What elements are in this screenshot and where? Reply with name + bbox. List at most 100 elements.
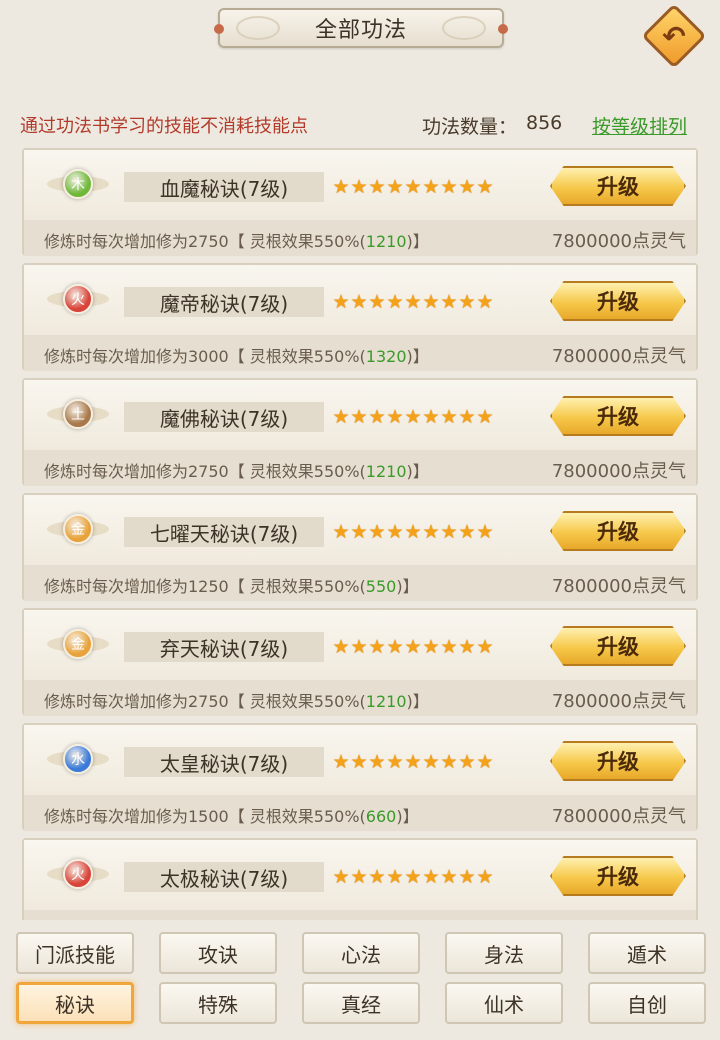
tab-8[interactable]: 真经 [302,982,420,1024]
star-rating: ★ ★ ★ ★ ★ ★ ★ ★ ★ [332,291,494,313]
star-icon: ★ [440,291,458,313]
star-icon: ★ [458,521,476,543]
star-icon: ★ [422,291,440,313]
element-icon: 金 [63,629,93,659]
star-icon: ★ [458,291,476,313]
star-icon: ★ [422,521,440,543]
skill-description: 修炼时每次增加修为2750【 灵根效果550%(1210)】 [44,458,429,482]
desc-bonus-value: 1210 [365,232,407,251]
star-icon: ★ [422,406,440,428]
star-icon: ★ [404,176,422,198]
skill-card[interactable]: 火 太极秘诀(7级) ★ ★ ★ ★ ★ ★ ★ ★ ★ 升级 [22,838,698,920]
star-icon: ★ [350,866,368,888]
skill-name: 魔佛秘诀(7级) [124,402,324,432]
star-rating: ★ ★ ★ ★ ★ ★ ★ ★ ★ [332,406,494,428]
sort-by-level-link[interactable]: 按等级排列 [592,112,687,139]
tab-1[interactable]: 门派技能 [16,932,134,974]
element-badge: 木 [46,164,110,204]
upgrade-button[interactable]: 升级 [550,626,686,666]
star-rating: ★ ★ ★ ★ ★ ★ ★ ★ ★ [332,521,494,543]
star-rating: ★ ★ ★ ★ ★ ★ ★ ★ ★ [332,176,494,198]
star-rating: ★ ★ ★ ★ ★ ★ ★ ★ ★ [332,636,494,658]
star-icon: ★ [458,751,476,773]
desc-text: 修炼时每次增加修为1250【 灵根效果550%( [44,577,366,596]
desc-suffix: )】 [396,577,419,596]
back-button[interactable]: ↶ [641,3,707,69]
element-icon: 火 [63,284,93,314]
star-rating: ★ ★ ★ ★ ★ ★ ★ ★ ★ [332,751,494,773]
element-badge: 土 [46,394,110,434]
skill-cost: 7800000点灵气 [551,691,686,712]
skill-card[interactable]: 水 太皇秘诀(7级) ★ ★ ★ ★ ★ ★ ★ ★ ★ 升级 修炼时每次增加修为1500【 灵… [22,723,698,831]
star-icon: ★ [440,406,458,428]
tab-4[interactable]: 身法 [445,932,563,974]
star-icon: ★ [476,751,494,773]
skill-name: 七曜天秘诀(7级) [124,517,324,547]
tab-7[interactable]: 特殊 [159,982,277,1024]
star-icon: ★ [458,176,476,198]
tab-3[interactable]: 心法 [302,932,420,974]
tab-5[interactable]: 遁术 [588,932,706,974]
star-icon: ★ [422,636,440,658]
star-icon: ★ [476,406,494,428]
skill-card[interactable]: 金 弃天秘诀(7级) ★ ★ ★ ★ ★ ★ ★ ★ ★ 升级 修炼时每次增加修为2750【 灵… [22,608,698,716]
upgrade-button[interactable]: 升级 [550,166,686,206]
star-icon: ★ [386,406,404,428]
star-icon: ★ [404,636,422,658]
skill-card[interactable]: 火 魔帝秘诀(7级) ★ ★ ★ ★ ★ ★ ★ ★ ★ 升级 修炼时每次增加修为3000【 灵… [22,263,698,371]
skill-list[interactable]: 木 血魔秘诀(7级) ★ ★ ★ ★ ★ ★ ★ ★ ★ 升级 修炼时每次增加修为2750【 灵… [22,148,698,920]
desc-suffix: )】 [406,347,429,366]
star-icon: ★ [422,176,440,198]
star-icon: ★ [476,866,494,888]
element-icon: 火 [63,859,93,889]
desc-text: 修炼时每次增加修为1500【 灵根效果550%( [44,807,366,826]
upgrade-button[interactable]: 升级 [550,281,686,321]
skill-card[interactable]: 土 魔佛秘诀(7级) ★ ★ ★ ★ ★ ★ ★ ★ ★ 升级 修炼时每次增加修为2750【 灵… [22,378,698,486]
desc-bonus-value: 1210 [365,462,407,481]
skill-description: 修炼时每次增加修为2750【 灵根效果550%(1210)】 [44,688,429,712]
star-icon: ★ [386,636,404,658]
desc-text: 修炼时每次增加修为2750【 灵根效果550%( [44,462,366,481]
page-title: 全部功法 [314,18,407,43]
star-icon: ★ [386,291,404,313]
skill-count-label: 功法数量： [422,116,518,138]
desc-bonus-value: 1210 [365,692,407,711]
star-icon: ★ [404,406,422,428]
skill-cost: 7800000点灵气 [551,346,686,367]
upgrade-button[interactable]: 升级 [550,511,686,551]
upgrade-button[interactable]: 升级 [550,741,686,781]
star-icon: ★ [404,291,422,313]
star-icon: ★ [386,176,404,198]
star-icon: ★ [386,521,404,543]
skill-card[interactable]: 木 血魔秘诀(7级) ★ ★ ★ ★ ★ ★ ★ ★ ★ 升级 修炼时每次增加修为2750【 灵… [22,148,698,256]
star-icon: ★ [332,406,350,428]
skill-cost: 7800000点灵气 [551,231,686,252]
skill-cost: 7800000点灵气 [551,461,686,482]
desc-bonus-value: 1320 [365,347,407,366]
skill-name: 太皇秘诀(7级) [124,747,324,777]
star-icon: ★ [404,866,422,888]
desc-text: 修炼时每次增加修为2750【 灵根效果550%( [44,232,366,251]
skill-name: 太极秘诀(7级) [124,862,324,892]
star-icon: ★ [368,866,386,888]
upgrade-button[interactable]: 升级 [550,856,686,896]
element-icon: 水 [63,744,93,774]
star-icon: ★ [368,291,386,313]
star-icon: ★ [422,751,440,773]
cloud-ornament-icon [442,16,486,40]
title-pin-right [498,24,508,34]
element-badge: 火 [46,279,110,319]
skill-card[interactable]: 金 七曜天秘诀(7级) ★ ★ ★ ★ ★ ★ ★ ★ ★ 升级 修炼时每次增加修为1250【 … [22,493,698,601]
star-icon: ★ [332,751,350,773]
element-badge: 金 [46,509,110,549]
desc-suffix: )】 [406,232,429,251]
category-tabs: 门派技能 攻诀 心法 身法 遁术秘诀 特殊 真经 仙术 自创 [16,932,706,1028]
star-icon: ★ [332,291,350,313]
tab-6[interactable]: 秘诀 [16,982,134,1024]
upgrade-button[interactable]: 升级 [550,396,686,436]
star-icon: ★ [476,521,494,543]
back-arrow-icon: ↶ [662,19,686,53]
tab-10[interactable]: 自创 [588,982,706,1024]
tab-9[interactable]: 仙术 [445,982,563,1024]
tab-2[interactable]: 攻诀 [159,932,277,974]
